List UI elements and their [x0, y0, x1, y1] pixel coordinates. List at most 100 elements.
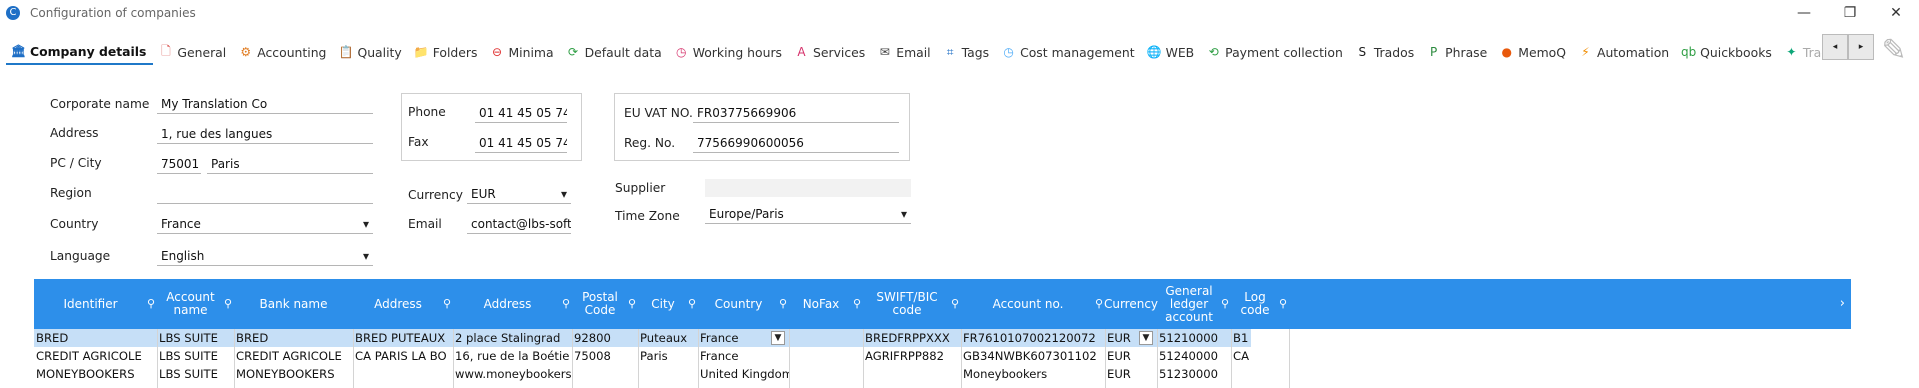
column-header[interactable]: Address [453, 279, 562, 329]
tab-quality[interactable]: 📋 Quality [333, 39, 408, 65]
column-header[interactable]: Account no. [961, 279, 1095, 329]
table-cell[interactable]: 92800 [572, 329, 638, 347]
table-row[interactable]: BRED LBS SUITE BRED BRED PUTEAUX 2 place Sta… [34, 329, 1251, 347]
table-cell[interactable]: LBS SUITE [157, 347, 234, 365]
table-cell[interactable]: Moneybookers [961, 365, 1105, 383]
column-search-icon[interactable]: ⚲ [853, 297, 861, 310]
tab-tags[interactable]: ⌗ Tags [938, 39, 996, 65]
table-cell[interactable]: 16, rue de la Boétie [453, 347, 572, 365]
table-cell[interactable] [353, 365, 453, 383]
table-cell[interactable]: CREDIT AGRICOLE [34, 347, 157, 365]
table-cell[interactable]: www.moneybookers. [453, 365, 572, 383]
column-search-icon[interactable]: ⚲ [779, 297, 787, 310]
reg-no-field[interactable]: 77566990600056 [693, 135, 899, 153]
column-header[interactable]: NoFax [789, 279, 853, 329]
tab-working-hours[interactable]: ◷ Working hours [669, 39, 789, 65]
tab-services[interactable]: A Services [789, 39, 872, 65]
edit-pen-icon[interactable]: ✎ [1876, 32, 1912, 68]
country-dropdown-icon[interactable]: ▼ [771, 331, 785, 345]
currency-dropdown-icon[interactable]: ▼ [1139, 331, 1153, 345]
column-header[interactable]: Country [698, 279, 779, 329]
column-header[interactable]: SWIFT/BIC code [863, 279, 951, 329]
tab-quickbooks[interactable]: qb Quickbooks [1676, 39, 1779, 65]
column-header[interactable]: Address [353, 279, 443, 329]
tab-trados[interactable]: S Trados [1350, 39, 1421, 65]
column-header[interactable]: Account name [157, 279, 224, 329]
table-cell[interactable]: BRED [34, 329, 157, 347]
tab-default-data[interactable]: ⟳ Default data [561, 39, 669, 65]
table-cell[interactable]: 51210000 [1157, 329, 1231, 347]
column-header[interactable]: City [638, 279, 688, 329]
table-cell[interactable]: 51240000 [1157, 347, 1231, 365]
column-search-icon[interactable]: ⚲ [147, 297, 155, 310]
column-search-icon[interactable]: ⚲ [628, 297, 636, 310]
time-zone-select[interactable]: Europe/Paris [705, 206, 911, 224]
table-cell[interactable]: BRED [234, 329, 353, 347]
table-cell[interactable]: 51230000 [1157, 365, 1231, 383]
table-cell[interactable]: 2 place Stalingrad [453, 329, 572, 347]
tab-general[interactable]: 🗋 General [153, 39, 233, 65]
table-cell[interactable]: B1 [1231, 329, 1289, 347]
table-cell[interactable]: MONEYBOOKERS [234, 365, 353, 383]
city-field[interactable]: Paris [207, 156, 373, 174]
table-row[interactable]: MONEYBOOKERS LBS SUITE MONEYBOOKERS www.mon… [34, 365, 1251, 383]
tab-folders[interactable]: 📁 Folders [409, 39, 485, 65]
column-search-icon[interactable]: ⚲ [562, 297, 570, 310]
table-cell[interactable]: 75008 [572, 347, 638, 365]
column-search-icon[interactable]: ⚲ [224, 297, 232, 310]
table-cell[interactable]: LBS SUITE [157, 365, 234, 383]
column-search-icon[interactable]: ⚲ [1221, 297, 1229, 310]
table-cell[interactable]: BRED PUTEAUX [353, 329, 453, 347]
tab-company-details[interactable]: 🏛 Company details [6, 39, 154, 65]
tab-cost-management[interactable]: ◷ Cost management [996, 39, 1142, 65]
fax-field[interactable]: 01 41 45 05 74 [475, 135, 567, 153]
table-cell[interactable] [789, 329, 863, 347]
column-header[interactable]: Currency [1104, 279, 1158, 329]
table-cell[interactable]: United Kingdom [698, 365, 789, 383]
tab-scroll-right-button[interactable]: ▸ [1848, 34, 1874, 60]
table-cell[interactable]: BREDFRPPXXX [863, 329, 961, 347]
table-cell[interactable]: EUR [1105, 365, 1157, 383]
tab-scroll-left-button[interactable]: ◂ [1822, 34, 1848, 60]
language-select[interactable]: English [157, 248, 373, 266]
table-cell[interactable]: CA [1231, 347, 1289, 365]
column-header[interactable]: Bank name [234, 279, 353, 329]
address-field[interactable]: 1, rue des langues [157, 126, 373, 144]
table-cell[interactable]: GB34NWBK607301102 [961, 347, 1105, 365]
email-field[interactable]: contact@lbs-softw [467, 216, 571, 234]
table-cell[interactable]: LBS SUITE [157, 329, 234, 347]
close-button[interactable]: ✕ [1873, 0, 1919, 26]
postal-code-field[interactable]: 75001 [157, 156, 201, 174]
region-field[interactable] [157, 186, 373, 204]
column-search-icon[interactable]: ⚲ [1095, 297, 1103, 310]
table-cell[interactable]: CREDIT AGRICOLE [234, 347, 353, 365]
table-cell[interactable] [572, 365, 638, 383]
eu-vat-field[interactable]: FR03775669906 [693, 105, 899, 123]
tab-phrase[interactable]: P Phrase [1421, 39, 1494, 65]
table-cell[interactable]: EUR [1105, 347, 1157, 365]
table-cell[interactable] [863, 365, 961, 383]
column-header[interactable]: Postal Code [572, 279, 628, 329]
tab-memoq[interactable]: ● MemoQ [1494, 39, 1573, 65]
table-cell[interactable] [789, 347, 863, 365]
column-search-icon[interactable]: ⚲ [951, 297, 959, 310]
table-cell[interactable]: CA PARIS LA BO [353, 347, 453, 365]
column-search-icon[interactable]: ⚲ [1279, 297, 1287, 310]
tab-email[interactable]: ✉ Email [872, 39, 937, 65]
table-cell[interactable] [1231, 365, 1289, 383]
table-cell[interactable] [789, 365, 863, 383]
table-cell[interactable]: Paris [638, 347, 698, 365]
table-cell[interactable]: FR7610107002120072 [961, 329, 1105, 347]
corporate-name-field[interactable]: My Translation Co [157, 96, 373, 114]
table-cell[interactable]: France [698, 347, 789, 365]
table-cell[interactable]: Puteaux [638, 329, 698, 347]
column-search-icon[interactable]: ⚲ [688, 297, 696, 310]
table-cell[interactable]: AGRIFRPP882 [863, 347, 961, 365]
minimize-button[interactable]: — [1781, 0, 1827, 26]
table-cell[interactable]: MONEYBOOKERS [34, 365, 157, 383]
table-cell[interactable] [638, 365, 698, 383]
restore-button[interactable]: ❐ [1827, 0, 1873, 26]
country-select[interactable]: France [157, 216, 373, 234]
tab-minima[interactable]: ⊖ Minima [484, 39, 560, 65]
column-header[interactable]: Log code [1231, 279, 1279, 329]
